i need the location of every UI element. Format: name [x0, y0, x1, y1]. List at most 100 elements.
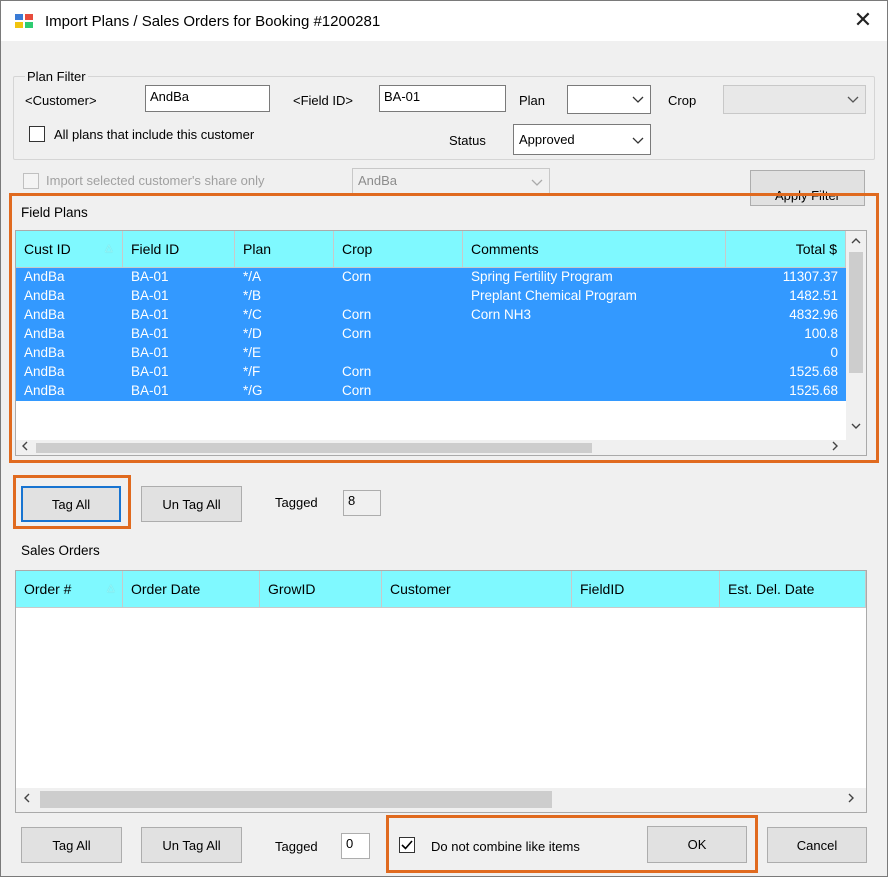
import-share-checkbox[interactable]: [23, 173, 39, 189]
apply-filter-button[interactable]: Apply Filter: [750, 170, 865, 206]
table-cell: AndBa: [24, 288, 65, 303]
col-est-del-date[interactable]: Est. Del. Date: [720, 571, 866, 608]
table-cell: Spring Fertility Program: [471, 269, 613, 284]
col-field-id[interactable]: Field ID: [123, 231, 235, 268]
title-bar: Import Plans / Sales Orders for Booking …: [1, 1, 887, 41]
scroll-left-icon[interactable]: [20, 792, 34, 808]
chevron-down-icon: [632, 89, 644, 112]
table-cell: Corn NH3: [471, 307, 532, 322]
table-cell: [334, 344, 463, 363]
checkmark-icon: [401, 840, 413, 850]
sales-orders-tag-all-button[interactable]: Tag All: [21, 827, 122, 863]
field-plans-untag-all-button[interactable]: Un Tag All: [141, 486, 242, 522]
field-plans-tag-all-button[interactable]: Tag All: [21, 486, 121, 522]
chevron-down-icon: [531, 172, 543, 195]
sales-orders-hscroll-thumb[interactable]: [40, 791, 552, 808]
table-row[interactable]: AndBa BA-01 */E 0: [16, 344, 846, 363]
col-comments[interactable]: Comments: [463, 231, 726, 268]
table-row[interactable]: AndBa BA-01 */A Corn Spring Fertility Progra…: [16, 268, 846, 287]
import-share-label: Import selected customer's share only: [46, 173, 265, 188]
table-cell: BA-01: [131, 345, 169, 360]
share-customer-select[interactable]: AndBa: [352, 168, 550, 195]
crop-label: Crop: [668, 93, 697, 108]
sales-orders-header: Order # △ Order Date GrowID Customer Fie…: [16, 571, 866, 608]
table-cell: */G: [243, 383, 263, 398]
customer-input[interactable]: AndBa: [145, 85, 270, 112]
table-cell: 4832.96: [789, 307, 838, 322]
table-cell: */C: [243, 307, 262, 322]
field-plans-hscroll[interactable]: [16, 440, 866, 455]
col-cust-id[interactable]: Cust ID △: [16, 231, 123, 268]
field-plans-hscroll-thumb[interactable]: [36, 443, 592, 453]
sort-ascending-icon: △: [105, 243, 113, 254]
col-order-number[interactable]: Order # △: [16, 571, 123, 608]
import-dialog: Import Plans / Sales Orders for Booking …: [0, 0, 888, 877]
table-cell: */F: [243, 364, 261, 379]
scroll-left-icon[interactable]: [18, 440, 32, 455]
scroll-right-icon[interactable]: [844, 792, 858, 808]
field-plans-grid: Cust ID △ Field ID Plan Crop Comments To…: [15, 230, 867, 456]
table-cell: [463, 363, 726, 382]
table-cell: AndBa: [24, 383, 65, 398]
field-plans-tagged-count: 8: [343, 490, 381, 516]
table-cell: Preplant Chemical Program: [471, 288, 637, 303]
table-cell: AndBa: [24, 345, 65, 360]
col-customer[interactable]: Customer: [382, 571, 572, 608]
sort-ascending-icon: △: [107, 583, 115, 594]
table-cell: BA-01: [131, 326, 169, 341]
table-cell: BA-01: [131, 383, 169, 398]
col-crop[interactable]: Crop: [334, 231, 463, 268]
customer-lookup-label[interactable]: <Customer>: [25, 93, 97, 108]
sales-orders-untag-all-button[interactable]: Un Tag All: [141, 827, 242, 863]
field-id-input[interactable]: BA-01: [379, 85, 506, 112]
ok-button[interactable]: OK: [647, 826, 747, 863]
table-cell: 1525.68: [789, 364, 838, 379]
table-cell: */B: [243, 288, 262, 303]
scroll-down-icon[interactable]: [848, 420, 864, 436]
scroll-right-icon[interactable]: [828, 440, 842, 455]
sales-orders-tagged-label: Tagged: [275, 839, 318, 854]
scroll-up-icon[interactable]: [848, 235, 864, 251]
field-plans-vscroll[interactable]: [846, 231, 866, 440]
col-total[interactable]: Total $: [726, 231, 846, 268]
table-cell: AndBa: [24, 269, 65, 284]
col-plan[interactable]: Plan: [235, 231, 334, 268]
table-cell: [463, 325, 726, 344]
table-cell: Corn: [342, 307, 372, 322]
table-row[interactable]: AndBa BA-01 */D Corn 100.8: [16, 325, 846, 344]
plan-select[interactable]: [567, 85, 651, 114]
close-icon[interactable]: ✕: [851, 7, 875, 33]
no-combine-checkbox[interactable]: [399, 837, 415, 853]
table-cell: 100.8: [804, 326, 838, 341]
plan-label: Plan: [519, 93, 546, 108]
table-cell: */E: [243, 345, 262, 360]
sales-orders-hscroll[interactable]: [16, 788, 866, 812]
field-plans-label: Field Plans: [21, 205, 88, 220]
status-select[interactable]: Approved: [513, 124, 651, 155]
table-cell: BA-01: [131, 269, 169, 284]
table-cell: BA-01: [131, 364, 169, 379]
col-field-id[interactable]: FieldID: [572, 571, 720, 608]
no-combine-label: Do not combine like items: [431, 839, 580, 854]
chevron-down-icon: [632, 130, 644, 153]
col-order-date[interactable]: Order Date: [123, 571, 260, 608]
table-cell: Corn: [342, 326, 372, 341]
table-cell: Corn: [342, 269, 372, 284]
table-row[interactable]: AndBa BA-01 */C Corn Corn NH3 4832.96: [16, 306, 846, 325]
crop-select[interactable]: [723, 85, 866, 114]
sales-orders-grid: Order # △ Order Date GrowID Customer Fie…: [15, 570, 867, 813]
table-row[interactable]: AndBa BA-01 */G Corn 1525.68: [16, 382, 846, 401]
table-cell: [463, 382, 726, 401]
cancel-button[interactable]: Cancel: [767, 827, 867, 863]
all-plans-checkbox[interactable]: [29, 126, 45, 142]
all-plans-label: All plans that include this customer: [54, 127, 255, 142]
field-plans-header: Cust ID △ Field ID Plan Crop Comments To…: [16, 231, 846, 268]
col-grow-id[interactable]: GrowID: [260, 571, 382, 608]
table-cell: 1525.68: [789, 383, 838, 398]
table-row[interactable]: AndBa BA-01 */F Corn 1525.68: [16, 363, 846, 382]
table-row[interactable]: AndBa BA-01 */B Preplant Chemical Program 14…: [16, 287, 846, 306]
field-plans-vscroll-thumb[interactable]: [849, 252, 863, 373]
chevron-down-icon: [847, 89, 859, 112]
field-id-lookup-label[interactable]: <Field ID>: [293, 93, 353, 108]
table-cell: 0: [830, 345, 838, 360]
